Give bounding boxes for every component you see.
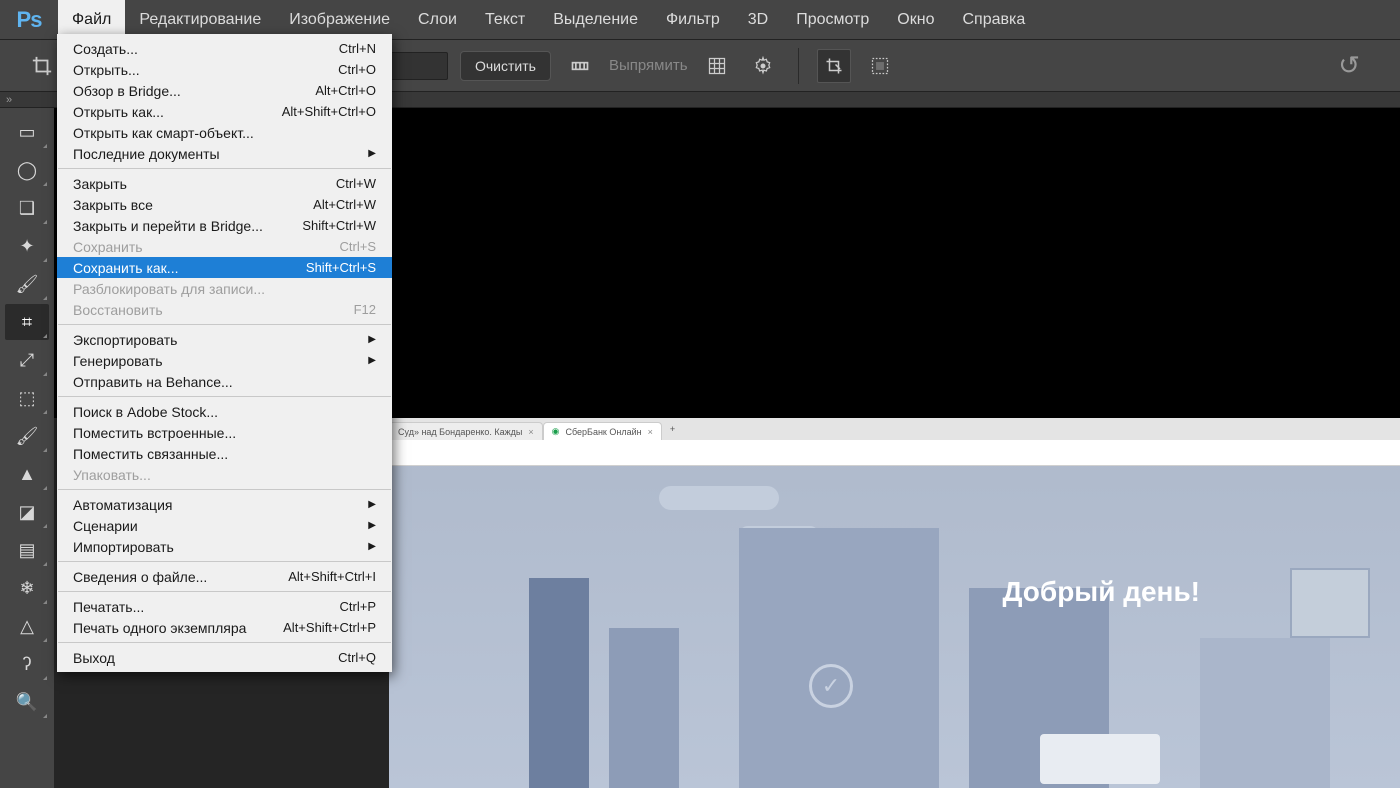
app-logo: Ps [0,0,58,39]
browser-tab-2: ◉СберБанк Онлайн× [543,422,662,440]
menuitem-открыть[interactable]: Открыть...Ctrl+O [57,59,392,80]
menuitem-поместить-встроенные[interactable]: Поместить встроенные... [57,422,392,443]
sber-logo-icon [809,664,853,708]
menuitem-открыть-как-смарт-объект[interactable]: Открыть как смарт-объект... [57,122,392,143]
tool-eraser[interactable]: ◪ [5,494,49,530]
menuitem-разблокировать-для-записи: Разблокировать для записи... [57,278,392,299]
tool-path[interactable]: ʔ [5,646,49,682]
tool-slice[interactable]: ⤢ [5,342,49,378]
crop-tool-icon [25,49,59,83]
delete-cropped-icon[interactable] [817,49,851,83]
tool-lasso[interactable]: ❑ [5,190,49,226]
tool-gradient[interactable]: ▤ [5,532,49,568]
menuitem-поместить-связанные[interactable]: Поместить связанные... [57,443,392,464]
menuitem-автоматизация[interactable]: Автоматизация▶ [57,494,392,515]
straighten-label[interactable]: Выпрямить [609,57,688,74]
browser-addressbar [389,440,1400,466]
tool-crop[interactable]: ⌗ [5,304,49,340]
document-image: Суд» над Бондаренко. Кажды× ◉СберБанк Он… [389,418,1400,788]
toolbox: ▭◯❑✦🖌⌗⤢⬚🖌▲◪▤❄△ʔ🔍 [0,108,54,788]
tool-blur[interactable]: ❄ [5,570,49,606]
menuitem-закрыть-и-перейти-в-bridge[interactable]: Закрыть и перейти в Bridge...Shift+Ctrl+… [57,215,392,236]
menuitem-сохранить: СохранитьCtrl+S [57,236,392,257]
menuitem-генерировать[interactable]: Генерировать▶ [57,350,392,371]
file-menu-dropdown: Создать...Ctrl+NОткрыть...Ctrl+OОбзор в … [57,34,392,672]
menuitem-выход[interactable]: ВыходCtrl+Q [57,647,392,668]
menuitem-восстановить: ВосстановитьF12 [57,299,392,320]
straighten-icon[interactable] [563,49,597,83]
browser-tabstrip: Суд» над Бондаренко. Кажды× ◉СберБанк Он… [389,418,1400,440]
menu-справка[interactable]: Справка [948,0,1039,39]
tool-eyedropper[interactable]: ⬚ [5,380,49,416]
menu-выделение[interactable]: Выделение [539,0,652,39]
tool-brush[interactable]: 🖌 [5,418,49,454]
tool-marquee-ellipse[interactable]: ◯ [5,152,49,188]
reset-crop-icon[interactable]: ↺ [1338,50,1360,81]
menuitem-закрыть[interactable]: ЗакрытьCtrl+W [57,173,392,194]
browser-tab-1: Суд» над Бондаренко. Кажды× [389,422,543,440]
menuitem-упаковать: Упаковать... [57,464,392,485]
menuitem-закрыть-все[interactable]: Закрыть всеAlt+Ctrl+W [57,194,392,215]
menuitem-экспортировать[interactable]: Экспортировать▶ [57,329,392,350]
menuitem-последние-документы[interactable]: Последние документы▶ [57,143,392,164]
menu-просмотр[interactable]: Просмотр [782,0,883,39]
menuitem-импортировать[interactable]: Импортировать▶ [57,536,392,557]
menu-фильтр[interactable]: Фильтр [652,0,734,39]
tool-clone[interactable]: ▲ [5,456,49,492]
grid-overlay-icon[interactable] [700,49,734,83]
tool-marquee-rect[interactable]: ▭ [5,114,49,150]
tool-pen[interactable]: △ [5,608,49,644]
content-aware-icon[interactable] [863,49,897,83]
menuitem-создать[interactable]: Создать...Ctrl+N [57,38,392,59]
menuitem-сведения-о-файле[interactable]: Сведения о файле...Alt+Shift+Ctrl+I [57,566,392,587]
menuitem-отправить-на-behance[interactable]: Отправить на Behance... [57,371,392,392]
crop-settings-icon[interactable] [746,49,780,83]
menuitem-печать-одного-экземпляра[interactable]: Печать одного экземпляраAlt+Shift+Ctrl+P [57,617,392,638]
menu-окно[interactable]: Окно [883,0,948,39]
tool-brush-select[interactable]: 🖌 [5,266,49,302]
menuitem-сценарии[interactable]: Сценарии▶ [57,515,392,536]
tool-magic-wand[interactable]: ✦ [5,228,49,264]
clear-button[interactable]: Очистить [460,51,551,81]
menuitem-печатать[interactable]: Печатать...Ctrl+P [57,596,392,617]
greeting-text: Добрый день! [1003,576,1201,608]
tool-zoom[interactable]: 🔍 [5,684,49,720]
new-tab-icon: + [662,424,683,434]
menuitem-сохранить-как[interactable]: Сохранить как...Shift+Ctrl+S [57,257,392,278]
menuitem-поиск-в-adobe-stock[interactable]: Поиск в Adobe Stock... [57,401,392,422]
menu-3d[interactable]: 3D [734,0,782,39]
menu-текст[interactable]: Текст [471,0,539,39]
menuitem-обзор-в-bridge[interactable]: Обзор в Bridge...Alt+Ctrl+O [57,80,392,101]
menuitem-открыть-как[interactable]: Открыть как...Alt+Shift+Ctrl+O [57,101,392,122]
menu-слои[interactable]: Слои [404,0,471,39]
